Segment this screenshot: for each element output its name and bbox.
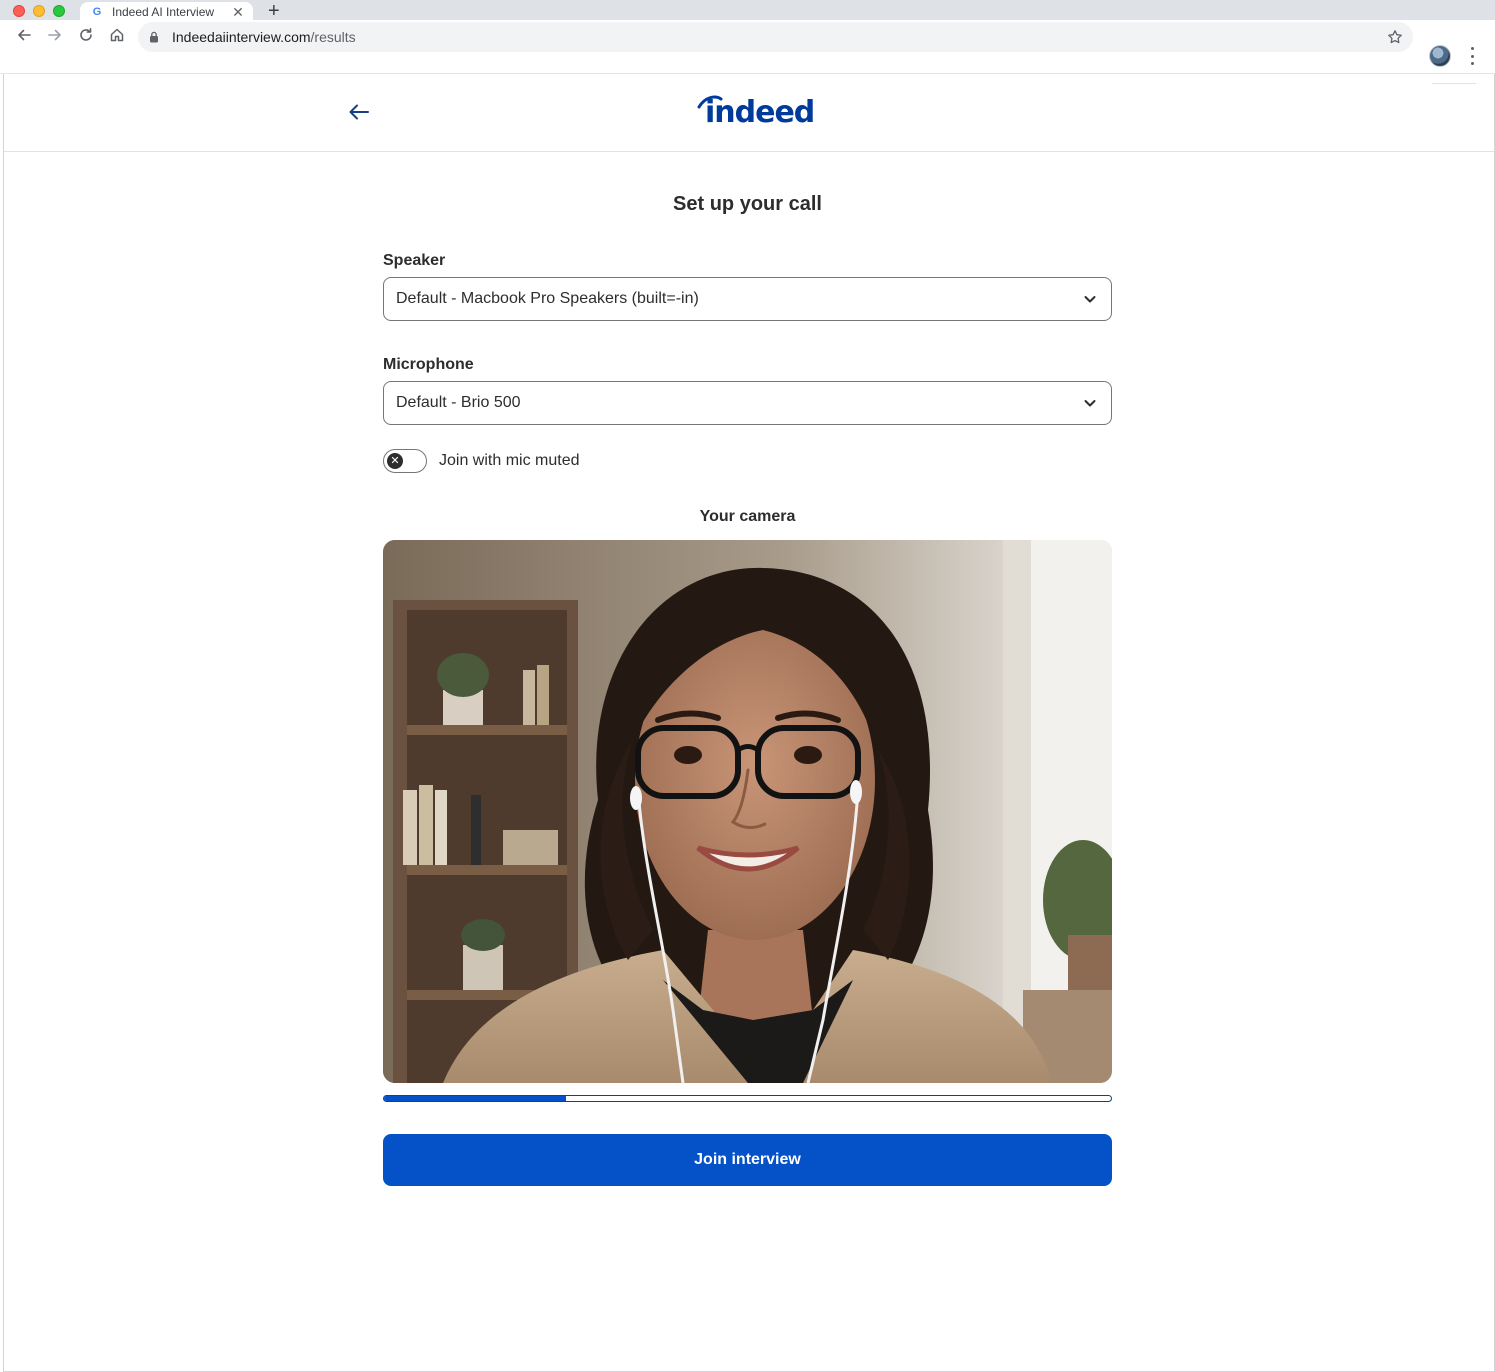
tab-title: Indeed AI Interview <box>112 5 215 19</box>
mute-toggle-label: Join with mic muted <box>439 452 580 469</box>
close-window-button[interactable] <box>13 5 25 17</box>
microphone-label: Microphone <box>383 356 474 373</box>
back-nav-icon[interactable] <box>14 25 34 45</box>
chevron-down-icon <box>1084 400 1096 407</box>
address-bar[interactable]: Indeedaiinterview.com/results <box>138 22 1413 52</box>
microphone-select-value: Default - Brio 500 <box>396 394 521 411</box>
camera-preview <box>383 540 1112 1083</box>
site-header: indeed <box>4 75 1494 152</box>
join-interview-button[interactable]: Join interview <box>383 1134 1112 1186</box>
forward-nav-icon[interactable] <box>45 25 65 45</box>
maximize-window-button[interactable] <box>53 5 65 17</box>
tab-strip: G Indeed AI Interview ✕ + <box>0 0 1495 22</box>
lock-icon <box>150 31 158 43</box>
browser-tab[interactable]: G Indeed AI Interview ✕ <box>80 2 253 22</box>
camera-feed-image <box>383 540 1112 1083</box>
speaker-label: Speaker <box>383 252 446 269</box>
new-tab-icon[interactable]: + <box>268 1 280 21</box>
close-x-icon: ✕ <box>387 453 403 469</box>
audio-level-meter <box>383 1095 1112 1102</box>
home-icon[interactable] <box>107 25 127 45</box>
minimize-window-button[interactable] <box>33 5 45 17</box>
profile-avatar[interactable] <box>1429 45 1451 67</box>
google-g-icon: G <box>92 6 102 18</box>
reload-icon[interactable] <box>76 25 96 45</box>
microphone-select[interactable]: Default - Brio 500 <box>383 381 1112 425</box>
mute-toggle-row: ✕ Join with mic muted <box>383 449 580 473</box>
arrow-left-icon[interactable] <box>347 102 371 122</box>
url-host: Indeedaiinterview.com <box>172 29 311 45</box>
logo-text: indeed <box>705 95 815 130</box>
browser-menu-icon[interactable] <box>1466 47 1478 65</box>
chevron-down-icon <box>1084 296 1096 303</box>
audio-level-fill <box>384 1096 566 1101</box>
bookmark-star-icon[interactable] <box>1387 29 1403 45</box>
page-title: Set up your call <box>673 193 822 215</box>
indeed-logo[interactable]: indeed <box>697 93 815 133</box>
speaker-select[interactable]: Default - Macbook Pro Speakers (built=-i… <box>383 277 1112 321</box>
speaker-select-value: Default - Macbook Pro Speakers (built=-i… <box>396 290 699 307</box>
close-tab-icon[interactable]: ✕ <box>231 4 245 21</box>
header-accent-line <box>1432 83 1476 84</box>
mute-mic-toggle[interactable]: ✕ <box>383 449 427 473</box>
url-text: Indeedaiinterview.com/results <box>172 29 356 45</box>
camera-label: Your camera <box>699 508 796 525</box>
url-path: /results <box>310 29 356 45</box>
